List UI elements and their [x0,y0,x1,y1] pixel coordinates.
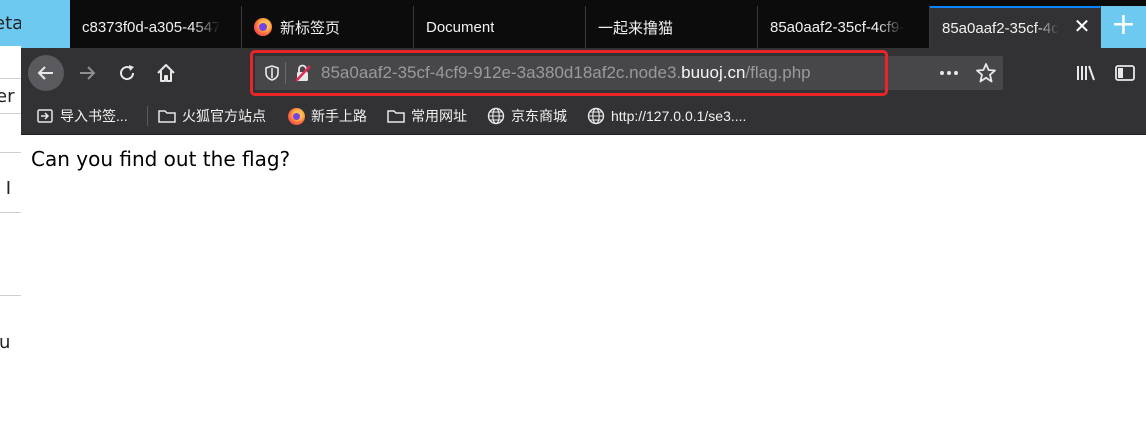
tab-document[interactable]: Document [414,6,586,48]
reload-button[interactable] [111,57,143,89]
bookmark-jd[interactable]: 京东商城 [487,106,567,126]
home-button[interactable] [150,57,182,89]
bookmarks-toolbar: 导入书签... 火狐官方站点 新手上路 常用网址 京东商城 http://127… [21,98,1146,135]
background-text: er [0,86,15,107]
divider [147,106,148,126]
bookmark-star-icon[interactable] [975,62,997,84]
background-text: : I [0,178,12,199]
divider [0,212,21,213]
background-window: eta er : I ıu [0,0,22,444]
firefox-icon [254,18,272,36]
close-tab-icon[interactable]: ✕ [1072,17,1092,37]
tab-label: 85a0aaf2-35cf-4c [942,19,1059,37]
bookmark-label: 新手上路 [311,108,367,124]
library-icon [1077,65,1095,81]
arrow-right-icon [80,66,96,80]
tab-strip: c8373f0d-a305-4547 新标签页 Document 一起来撸猫 8… [21,0,1146,48]
tab-label: c8373f0d-a305-4547 [82,18,221,36]
url-highlight-annotation [250,50,888,96]
bookmark-folder-firefox-site[interactable]: 火狐官方站点 [158,106,266,126]
sidebar-icon [1115,65,1135,81]
home-icon [157,64,175,82]
browser-window: c8373f0d-a305-4547 新标签页 Document 一起来撸猫 8… [21,0,1146,444]
tab-85a0aaf2-active[interactable]: 85a0aaf2-35cf-4c ✕ [930,6,1101,48]
new-tab-button[interactable]: + [1101,6,1146,48]
bookmark-import[interactable]: 导入书签... [36,106,128,126]
bookmark-getting-started[interactable]: 新手上路 [287,106,367,126]
page-message: Can you find out the flag? [31,147,291,171]
bookmark-label: 京东商城 [511,108,567,124]
tab-new-tab[interactable]: 新标签页 [242,6,414,48]
reload-icon [120,65,135,81]
folder-icon [387,107,405,125]
tab-strip-start [21,0,70,48]
background-text: ıu [0,332,11,353]
divider [0,152,21,153]
tab-label: Document [426,18,495,36]
tab-label: 一起来撸猫 [598,19,674,37]
background-text: eta [0,13,22,34]
tab-c8373f0d[interactable]: c8373f0d-a305-4547 [70,6,242,48]
globe-icon [587,107,605,125]
bookmark-label: 常用网址 [411,108,467,124]
tab-label: 新标签页 [280,19,341,37]
back-button[interactable] [28,55,64,91]
globe-icon [487,107,505,125]
bookmark-folder-common[interactable]: 常用网址 [387,106,467,126]
firefox-icon [287,107,305,125]
bookmark-label: 导入书签... [60,108,128,124]
divider [0,113,21,114]
bookmark-label: 火狐官方站点 [182,108,266,124]
sidebar-button[interactable] [1109,57,1141,89]
import-icon [36,107,54,125]
divider [0,295,21,296]
tab-85a0aaf2[interactable]: 85a0aaf2-35cf-4cf9- [758,6,930,48]
more-actions-icon[interactable] [938,65,960,81]
bookmark-localhost[interactable]: http://127.0.0.1/se3.... [587,106,746,126]
navigation-toolbar: 85a0aaf2-35cf-4cf9-912e-3a380d18af2c.nod… [21,48,1146,98]
arrow-left-icon [37,66,53,80]
library-button[interactable] [1070,57,1102,89]
bookmark-label: http://127.0.0.1/se3.... [611,108,747,124]
forward-button[interactable] [71,57,103,89]
page-content: Can you find out the flag? [21,135,1146,444]
divider [0,78,21,79]
folder-icon [158,107,176,125]
tab-cat[interactable]: 一起来撸猫 [586,6,758,48]
tab-label: 85a0aaf2-35cf-4cf9- [770,18,905,36]
